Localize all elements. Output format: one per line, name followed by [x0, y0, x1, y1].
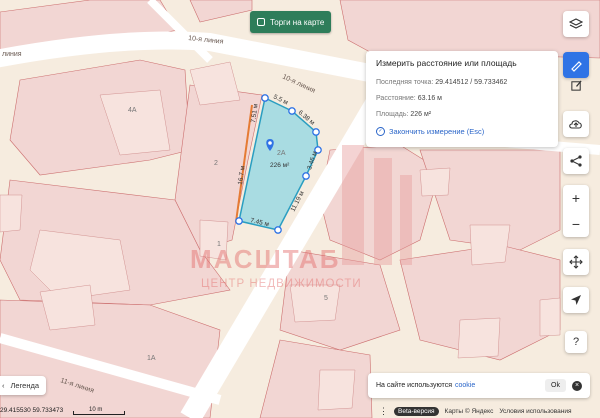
parcel-number: 2: [214, 160, 218, 167]
checkbox-icon: [257, 18, 265, 26]
more-icon[interactable]: ⋮: [379, 406, 388, 417]
finish-measurement-label: Закончить измерение (Esc): [389, 127, 485, 136]
edit-icon: [570, 79, 582, 91]
layers-icon: [569, 18, 583, 29]
watermark-subtitle: ЦЕНТР НЕДВИЖИМОСТИ: [201, 278, 362, 290]
measure-panel: Измерить расстояние или площадь Последня…: [366, 51, 558, 147]
question-icon: ?: [572, 336, 580, 348]
upload-button[interactable]: [563, 111, 589, 137]
distance-label: Расстояние:: [376, 95, 416, 102]
beta-badge[interactable]: Beta-версия: [394, 407, 439, 416]
scale-bar: 10 m: [73, 407, 125, 416]
cursor-coordinates: 29.415530 59.733473: [0, 407, 64, 414]
distance-value: 63.16 м: [417, 95, 442, 102]
maps-copyright[interactable]: Карты © Яндекс: [445, 408, 494, 415]
zoom-control: + −: [563, 185, 589, 237]
help-button[interactable]: ?: [565, 331, 587, 353]
area-label: 226 м²: [270, 162, 290, 169]
edit-button[interactable]: [563, 72, 589, 98]
layers-button[interactable]: [563, 11, 589, 37]
last-point-value: 29.414512 / 59.733462: [435, 79, 508, 86]
locate-button[interactable]: [563, 287, 589, 313]
ruler-icon: [571, 61, 582, 72]
last-point-row: Последняя точка: 29.414512 / 59.733462: [376, 79, 548, 86]
cookie-ok-button[interactable]: Ok: [545, 379, 566, 392]
chevron-left-icon: ‹: [2, 381, 5, 390]
area-row: Площадь: 226 м²: [376, 111, 548, 118]
share-icon: [570, 155, 582, 167]
zoom-out-button[interactable]: −: [563, 211, 589, 237]
map-footer: ⋮ Beta-версия Карты © Яндекс Условия исп…: [379, 406, 572, 417]
legend-button[interactable]: ‹ Легенда: [0, 376, 46, 395]
street-label: линия: [2, 51, 22, 58]
parcel-number: 4А: [128, 107, 137, 114]
parcel-number: 2А: [277, 150, 286, 157]
check-circle-icon: ✓: [376, 127, 385, 136]
cookie-banner: На сайте используются cookie Ok ×: [368, 373, 590, 398]
cloud-upload-icon: [569, 120, 582, 129]
measure-panel-title: Измерить расстояние или площадь: [376, 58, 517, 68]
cookie-text: На сайте используются: [376, 382, 452, 389]
parcel-number: 5: [324, 295, 328, 302]
share-button[interactable]: [563, 148, 589, 174]
watermark-title: МАСШТАБ: [190, 244, 340, 274]
auctions-on-map-button[interactable]: Торги на карте: [250, 11, 331, 33]
terms-link[interactable]: Условия использования: [499, 408, 571, 415]
finish-measurement-link[interactable]: ✓ Закончить измерение (Esc): [376, 127, 548, 136]
distance-row: Расстояние: 63.16 м: [376, 95, 548, 102]
area-value: 226 м²: [410, 111, 432, 118]
zoom-in-button[interactable]: +: [563, 185, 589, 211]
auctions-on-map-label: Торги на карте: [270, 17, 325, 27]
locate-icon: [571, 295, 581, 305]
scale-line: [73, 411, 125, 415]
parcel-number: 1А: [147, 355, 156, 362]
move-button[interactable]: [563, 249, 589, 275]
cookie-link[interactable]: cookie: [455, 382, 475, 389]
legend-label: Легенда: [10, 381, 40, 390]
last-point-label: Последняя точка:: [376, 79, 434, 86]
close-icon[interactable]: ×: [572, 380, 582, 391]
area-label-text: Площадь:: [376, 111, 409, 118]
move-icon: [569, 255, 583, 269]
